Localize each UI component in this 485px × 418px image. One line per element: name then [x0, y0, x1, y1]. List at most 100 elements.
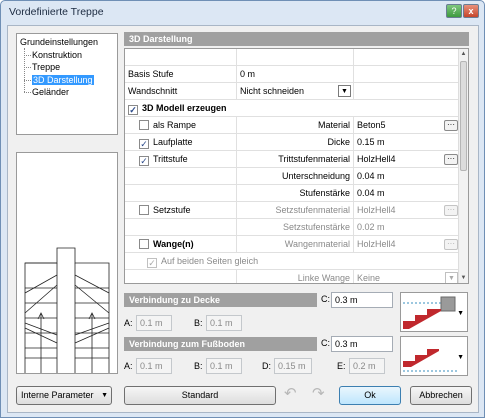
tree-item-3d-darstellung[interactable]: 3D Darstellung — [20, 74, 117, 87]
boden-c-input[interactable]: 0.3 m — [331, 336, 393, 352]
interne-parameter-dropdown[interactable]: Interne Parameter ▼ — [16, 386, 112, 405]
dialog-body: Grundeinstellungen Konstruktion Treppe 3… — [7, 25, 479, 413]
scroll-thumb[interactable] — [460, 61, 467, 171]
trittstufe-checkbox-row[interactable]: ✓ Trittstufe — [125, 151, 237, 168]
decke-b-label: B: — [194, 318, 203, 328]
rampe-checkbox-row[interactable]: als Rampe — [125, 117, 237, 134]
grid-row-rampe: als Rampe Material Beton5 ··· — [125, 117, 460, 134]
decke-stair-type-select[interactable]: ▼ — [400, 292, 468, 332]
tree-item-konstruktion[interactable]: Konstruktion — [20, 49, 117, 62]
grid-row-empty — [125, 49, 460, 66]
setzstufenstaerke-label: Setzstufenstärke — [237, 219, 354, 236]
wangenmaterial-value: HolzHell4 ··· — [354, 236, 460, 253]
section-verbindung-decke: Verbindung zu Decke — [124, 293, 317, 307]
basis-stufe-input[interactable]: 0 m — [237, 66, 354, 83]
unterschneidung-input[interactable]: 0.04 m — [354, 168, 460, 185]
grid-row-basis-stufe: Basis Stufe 0 m — [125, 66, 460, 83]
tree-item-grundeinstellungen[interactable]: Grundeinstellungen — [20, 36, 117, 49]
scroll-down-icon[interactable]: ▼ — [459, 273, 468, 283]
boden-a-input: 0.1 m — [136, 358, 172, 374]
chevron-down-icon: ▼ — [101, 392, 108, 399]
wange-checkbox-row[interactable]: Wange(n) — [125, 236, 237, 253]
scroll-up-icon[interactable]: ▲ — [459, 49, 468, 59]
wange-checkbox[interactable] — [139, 239, 149, 249]
wandschnitt-select[interactable]: Nicht schneiden ▼ — [237, 83, 354, 100]
title-bar[interactable]: Vordefinierte Treppe ? x — [1, 1, 484, 23]
tree-item-gelaender[interactable]: Geländer — [20, 86, 117, 99]
chevron-down-icon: ▼ — [445, 272, 458, 283]
boden-a-label: A: — [124, 361, 133, 371]
dialog-window: Vordefinierte Treppe ? x Grundeinstellun… — [0, 0, 485, 418]
grid-cell — [125, 49, 237, 66]
decke-b-input: 0.1 m — [206, 315, 242, 331]
stair-plan-drawing — [24, 247, 110, 373]
trittstufenmaterial-value[interactable]: HolzHell4 ··· — [354, 151, 460, 168]
chevron-down-icon[interactable]: ▼ — [338, 85, 351, 97]
trittstufe-checkbox[interactable]: ✓ — [139, 156, 149, 166]
boden-c-label: C: — [321, 338, 330, 348]
material-label: Material — [237, 117, 354, 134]
modell-checkbox-row[interactable]: ✓ 3D Modell erzeugen — [125, 100, 460, 117]
chevron-down-icon[interactable]: ▼ — [457, 310, 464, 317]
boden-b-label: B: — [194, 361, 203, 371]
grid-row-beiden-seiten: ✓ Auf beiden Seiten gleich — [125, 253, 460, 270]
window-title: Vordefinierte Treppe — [9, 6, 104, 18]
undo-icon[interactable]: ↶ — [284, 384, 297, 402]
grid-row-setzstufenstaerke: Setzstufenstärke 0.02 m — [125, 219, 460, 236]
dicke-label: Dicke — [237, 134, 354, 151]
wangenmaterial-label: Wangenmaterial — [237, 236, 354, 253]
browse-button[interactable]: ··· — [444, 120, 458, 131]
grid-row-wange: Wange(n) Wangenmaterial HolzHell4 ··· — [125, 236, 460, 253]
material-value[interactable]: Beton5 ··· — [354, 117, 460, 134]
settings-tree: Grundeinstellungen Konstruktion Treppe 3… — [16, 33, 118, 135]
grid-cell — [125, 270, 237, 283]
setzstufenmaterial-value: HolzHell4 ··· — [354, 202, 460, 219]
grid-cell — [354, 83, 460, 100]
modell-checkbox[interactable]: ✓ — [128, 105, 138, 115]
unterschneidung-label: Unterschneidung — [237, 168, 354, 185]
grid-cell — [354, 49, 460, 66]
tree-item-treppe[interactable]: Treppe — [20, 61, 117, 74]
laufplatte-checkbox-row[interactable]: ✓ Laufplatte — [125, 134, 237, 151]
setzstufenmaterial-label: Setzstufenmaterial — [237, 202, 354, 219]
redo-icon[interactable]: ↷ — [312, 384, 325, 402]
standard-button[interactable]: Standard — [124, 386, 276, 405]
setzstufe-checkbox-row[interactable]: Setzstufe — [125, 202, 237, 219]
trittstufenmaterial-label: Trittstufenmaterial — [237, 151, 354, 168]
stufenstaerke-label: Stufenstärke — [237, 185, 354, 202]
grid-row-stufenstaerke: Stufenstärke 0.04 m — [125, 185, 460, 202]
decke-c-input[interactable]: 0.3 m — [331, 292, 393, 308]
setzstufenstaerke-input: 0.02 m — [357, 222, 385, 232]
grid-cell — [125, 219, 237, 236]
boden-stair-type-select[interactable]: ▼ — [400, 336, 468, 376]
cancel-button[interactable]: Abbrechen — [410, 386, 472, 405]
grid-row-laufplatte: ✓ Laufplatte Dicke 0.15 m — [125, 134, 460, 151]
grid-row-trittstufe: ✓ Trittstufe Trittstufenmaterial HolzHell… — [125, 151, 460, 168]
grid-cell — [125, 185, 237, 202]
grid-row-linke-wange: Linke Wange Keine ▼ — [125, 270, 460, 283]
close-button[interactable]: x — [463, 4, 479, 18]
linke-wange-select: Keine ▼ — [354, 270, 460, 283]
stair-to-floor-icon — [403, 349, 457, 372]
dicke-input[interactable]: 0.15 m — [354, 134, 460, 151]
property-grid: Basis Stufe 0 m Wandschnitt Nicht schnei… — [124, 48, 469, 284]
ok-button[interactable]: Ok — [339, 386, 401, 405]
wandschnitt-label: Wandschnitt — [125, 83, 237, 100]
decke-c-label: C: — [321, 294, 330, 304]
browse-button: ··· — [444, 205, 458, 216]
setzstufe-checkbox[interactable] — [139, 205, 149, 215]
browse-button[interactable]: ··· — [444, 154, 458, 165]
browse-button: ··· — [444, 239, 458, 250]
stufenstaerke-input[interactable]: 0.04 m — [354, 185, 460, 202]
boden-b-input: 0.1 m — [206, 358, 242, 374]
grid-cell — [237, 49, 354, 66]
grid-scrollbar[interactable]: ▲ ▼ — [458, 49, 468, 283]
linke-wange-label: Linke Wange — [237, 270, 354, 283]
rampe-checkbox[interactable] — [139, 120, 149, 130]
beiden-seiten-checkbox: ✓ — [147, 258, 157, 268]
boden-e-label: E: — [337, 361, 346, 371]
grid-row-unterschneidung: Unterschneidung 0.04 m — [125, 168, 460, 185]
help-button[interactable]: ? — [446, 4, 462, 18]
chevron-down-icon[interactable]: ▼ — [457, 354, 464, 361]
laufplatte-checkbox[interactable]: ✓ — [139, 139, 149, 149]
